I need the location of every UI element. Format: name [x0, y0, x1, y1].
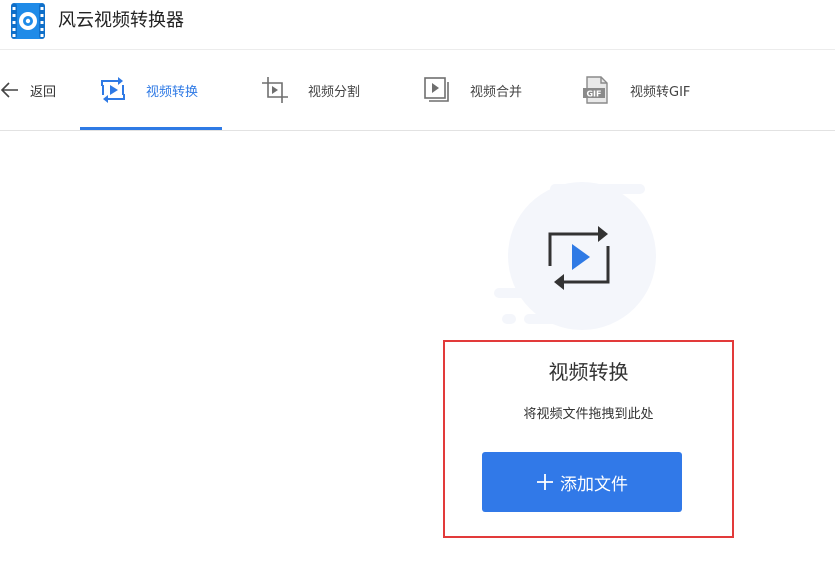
function-tab-bar: 返回 视频转换 视频分割 视频合并 GIF 视频转GIF — [0, 50, 835, 131]
tab-label: 视频转GIF — [630, 84, 691, 100]
title-bar: 风云视频转换器 — [0, 0, 835, 50]
app-logo-icon — [11, 3, 45, 39]
gif-badge-text: GIF — [586, 90, 601, 99]
arrow-left-icon — [0, 82, 18, 98]
drop-zone-title: 视频转换 — [548, 360, 629, 384]
drop-zone-hint: 将视频文件拖拽到此处 — [523, 407, 654, 422]
video-split-icon — [262, 77, 288, 103]
active-tab-indicator — [80, 127, 222, 130]
video-convert-icon — [101, 77, 125, 103]
video-merge-icon — [424, 77, 449, 102]
video-convert-illustration — [494, 182, 656, 330]
app-title: 风云视频转换器 — [58, 10, 184, 31]
file-drop-zone[interactable]: 视频转换 将视频文件拖拽到此处 添加文件 — [443, 340, 734, 538]
video-gif-icon: GIF — [583, 76, 608, 104]
tab-label: 视频转换 — [146, 84, 199, 100]
add-file-label: 添加文件 — [560, 474, 628, 495]
tab-video-split[interactable]: 视频分割 — [260, 50, 360, 130]
tab-video-convert[interactable]: 视频转换 — [98, 50, 198, 130]
plus-icon — [537, 474, 553, 490]
back-button[interactable]: 返回 — [0, 74, 56, 106]
back-label: 返回 — [30, 84, 57, 100]
tab-video-gif[interactable]: GIF 视频转GIF — [582, 50, 690, 130]
add-file-button[interactable]: 添加文件 — [482, 452, 682, 512]
tab-label: 视频分割 — [308, 84, 361, 100]
tab-video-merge[interactable]: 视频合并 — [422, 50, 522, 130]
app-window: 风云视频转换器 返回 视频转换 视频分割 视频合并 GIF 视频转GIF 视频转… — [0, 0, 835, 581]
tab-label: 视频合并 — [470, 84, 523, 100]
